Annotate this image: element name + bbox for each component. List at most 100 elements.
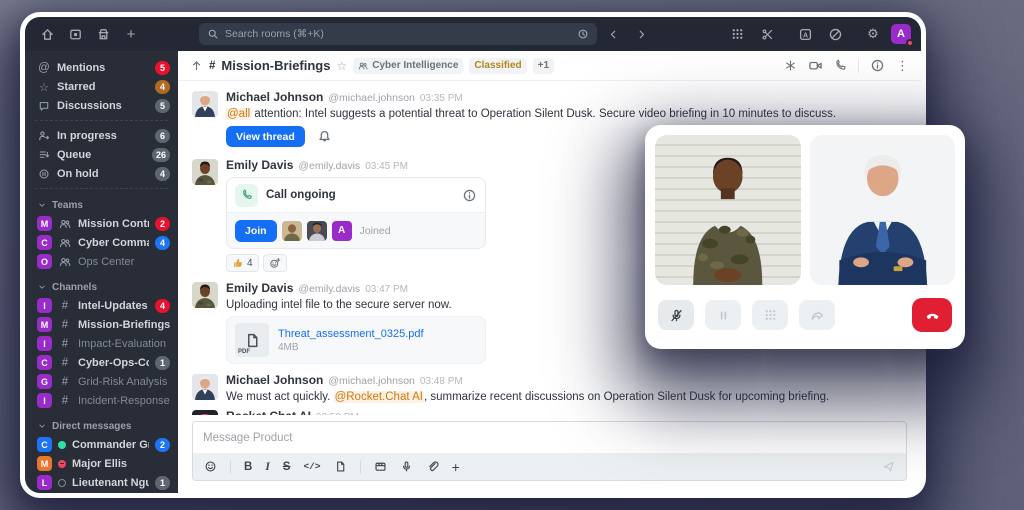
sidebar-item-queue[interactable]: Queue 26 (25, 145, 178, 164)
divider (858, 58, 859, 73)
sidebar-channel-intel-updates[interactable]: I # Intel-Updates 4 (25, 296, 178, 315)
message-author[interactable]: Rocket.Chat AI (226, 410, 311, 416)
unread-badge: 4 (155, 79, 170, 94)
sidebar-team-mission-control[interactable]: M Mission Control 2 (25, 214, 178, 233)
view-thread-button[interactable]: View thread (226, 126, 305, 147)
participant-avatar-initial: A (331, 220, 352, 241)
user-avatar[interactable]: A (891, 24, 914, 47)
sidebar-item-on-hold[interactable]: On hold 4 (25, 164, 178, 183)
attachment-filename-link[interactable]: Threat_assessment_0325.pdf (278, 328, 424, 340)
workspace-icon[interactable] (63, 23, 87, 45)
sidebar-channel-grid-risk[interactable]: G # Grid-Risk Analysis (25, 372, 178, 391)
message-input[interactable] (203, 431, 896, 444)
avatar-michael-johnson[interactable] (192, 374, 218, 400)
sidebar-dm-commander-grant[interactable]: C Commander Grant 2 (25, 435, 178, 454)
italic-button[interactable]: I (265, 461, 269, 473)
reaction-thumbs-up[interactable]: 4 (226, 254, 259, 272)
section-channels[interactable]: Channels (25, 278, 178, 296)
search-input[interactable] (225, 28, 571, 40)
marketplace-icon[interactable] (91, 23, 115, 45)
chevron-down-icon (37, 421, 47, 431)
sidebar-dm-major-ellis[interactable]: M Major Ellis (25, 454, 178, 473)
send-message-icon[interactable] (882, 460, 895, 473)
attach-file-icon[interactable] (426, 460, 439, 473)
video-call-icon[interactable] (808, 58, 823, 73)
sidebar-dm-deputy-morgan[interactable]: D Deputy Morgan (25, 492, 178, 493)
message-author[interactable]: Emily Davis (226, 159, 293, 172)
plus-actions-icon[interactable]: + (452, 459, 460, 475)
directory-icon[interactable] (793, 23, 817, 45)
sidebar-channel-cyber-ops[interactable]: C # Cyber-Ops-Com… 1 (25, 353, 178, 372)
avatar-rocketchat-ai[interactable] (192, 410, 218, 415)
channel-avatar: M (37, 317, 52, 332)
bold-button[interactable]: B (244, 461, 252, 473)
sidebar-item-mentions[interactable]: @ Mentions 5 (25, 58, 178, 77)
section-direct-messages[interactable]: Direct messages (25, 417, 178, 435)
sidebar-team-cyber-command[interactable]: C Cyber Command 4 (25, 233, 178, 252)
kebab-menu-icon[interactable]: ⋮ (896, 58, 909, 74)
phone-call-icon[interactable] (834, 59, 847, 72)
code-block-icon[interactable] (334, 460, 347, 473)
sidebar-item-discussions[interactable]: Discussions 5 (25, 96, 178, 115)
history-forward-icon[interactable] (629, 23, 653, 45)
message-author[interactable]: Emily Davis (226, 282, 293, 295)
video-message-icon[interactable] (374, 460, 387, 473)
info-icon[interactable] (870, 58, 885, 73)
favorite-star-icon[interactable]: ☆ (336, 59, 347, 73)
sidebar-dm-lieutenant-nguyen[interactable]: L Lieutenant Nguyen 1 (25, 473, 178, 492)
search-bar[interactable] (199, 23, 597, 45)
admin-settings-icon[interactable]: ⚙ (861, 23, 885, 45)
sidebar-channel-incident-response[interactable]: I # Incident-Response (25, 391, 178, 410)
follow-thread-bell-icon[interactable] (317, 129, 332, 144)
add-reaction-button[interactable] (262, 254, 287, 272)
call-info-icon[interactable] (462, 188, 477, 203)
avatar-emily-davis[interactable] (192, 159, 218, 185)
dialpad-button[interactable] (752, 300, 788, 330)
compose-icon[interactable] (823, 23, 847, 45)
clock-icon[interactable] (577, 28, 589, 40)
join-call-button[interactable]: Join (235, 219, 277, 242)
sidebar-item-in-progress[interactable]: In progress 6 (25, 126, 178, 145)
sidebar-item-starred[interactable]: ☆ Starred 4 (25, 77, 178, 96)
mention-all[interactable]: @all (226, 108, 252, 120)
sidebar-team-ops-center[interactable]: O Ops Center (25, 252, 178, 271)
sidebar-channel-impact-evaluation[interactable]: I # Impact-Evaluation (25, 334, 178, 353)
message-handle: @emily.davis (298, 283, 361, 295)
audio-message-icon[interactable] (400, 460, 413, 473)
back-to-team-icon[interactable] (190, 59, 203, 72)
hold-call-button[interactable] (705, 300, 741, 330)
thumbs-up-icon (232, 257, 244, 269)
strikethrough-button[interactable]: S (283, 461, 291, 473)
more-tags-pill[interactable]: +1 (532, 57, 555, 74)
avatar-michael-johnson[interactable] (192, 91, 218, 117)
file-attachment-card[interactable]: PDF Threat_assessment_0325.pdf 4MB (226, 316, 486, 364)
history-back-icon[interactable] (601, 23, 625, 45)
transfer-call-button[interactable] (799, 300, 835, 330)
message-author[interactable]: Michael Johnson (226, 374, 323, 387)
channel-header: # Mission-Briefings ☆ Cyber Intelligence… (178, 51, 921, 81)
channel-title: Mission-Briefings (221, 58, 331, 73)
emoji-picker-icon[interactable] (204, 460, 217, 473)
avatar-emily-davis[interactable] (192, 282, 218, 308)
mention-rocketchat-ai[interactable]: @Rocket.Chat AI (333, 391, 424, 403)
section-teams[interactable]: Teams (25, 196, 178, 214)
call-phone-icon (235, 183, 258, 207)
message-author[interactable]: Michael Johnson (226, 91, 323, 104)
message-time: 03:47 PM (365, 284, 408, 295)
sidebar-channel-mission-briefings[interactable]: M # Mission-Briefings (25, 315, 178, 334)
home-icon[interactable] (35, 23, 59, 45)
team-tag-pill[interactable]: Cyber Intelligence (353, 57, 464, 74)
team-avatar: O (37, 254, 52, 269)
end-call-button[interactable] (912, 298, 952, 332)
apps-icon[interactable] (784, 59, 797, 72)
dm-avatar: C (37, 437, 52, 452)
video-tile-soldier (655, 135, 801, 285)
status-offline-dot (58, 478, 66, 487)
classified-tag-pill[interactable]: Classified (469, 57, 527, 74)
channel-avatar: I (37, 336, 52, 351)
mute-microphone-button[interactable] (658, 300, 694, 330)
utilities-icon[interactable] (755, 23, 779, 45)
dialpad-icon[interactable] (725, 23, 749, 45)
inline-code-button[interactable]: </> (303, 461, 320, 472)
create-new-icon[interactable]: + (119, 23, 143, 45)
